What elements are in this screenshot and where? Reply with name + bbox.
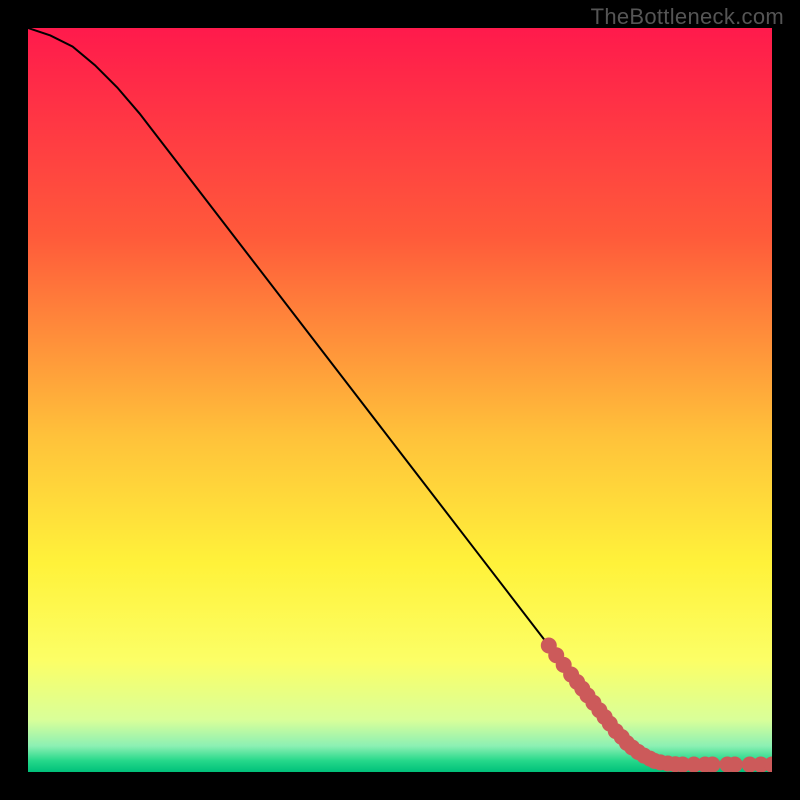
data-point-marker	[704, 757, 720, 772]
chart-container: TheBottleneck.com	[0, 0, 800, 800]
gradient-background	[28, 28, 772, 772]
plot-area	[28, 28, 772, 772]
watermark-text: TheBottleneck.com	[591, 4, 784, 30]
data-point-marker	[727, 757, 743, 772]
chart-svg	[28, 28, 772, 772]
